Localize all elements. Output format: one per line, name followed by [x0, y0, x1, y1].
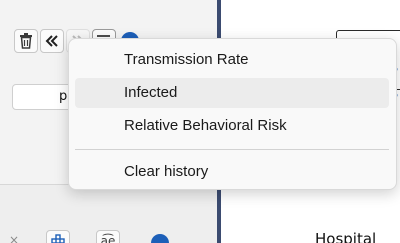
double-chevron-left-icon — [45, 35, 58, 47]
menu-item-transmission-rate[interactable]: Transmission Rate — [75, 45, 389, 75]
menu-item-infected[interactable]: Infected — [75, 78, 389, 108]
close-icon: × — [8, 233, 20, 243]
filter-field-value: p — [59, 89, 68, 104]
help-icon — [151, 234, 169, 243]
menu-item-clear-history[interactable]: Clear history — [75, 157, 389, 187]
back-button[interactable] — [40, 29, 64, 53]
close-button[interactable]: × — [2, 230, 26, 243]
history-menu: Transmission Rate Infected Relative Beha… — [68, 38, 397, 190]
rename-icon: a͡e — [100, 234, 116, 243]
trash-icon — [20, 33, 32, 49]
lower-help-button[interactable] — [148, 230, 172, 243]
add-node-icon — [51, 234, 65, 243]
hospital-node-label[interactable]: Hospital — [315, 230, 376, 243]
menu-item-relative-behavioral-risk[interactable]: Relative Behavioral Risk — [75, 111, 389, 141]
add-node-button[interactable] — [46, 230, 70, 243]
menu-separator — [75, 149, 389, 150]
delete-button[interactable] — [14, 29, 38, 53]
rename-button[interactable]: a͡e — [96, 230, 120, 243]
